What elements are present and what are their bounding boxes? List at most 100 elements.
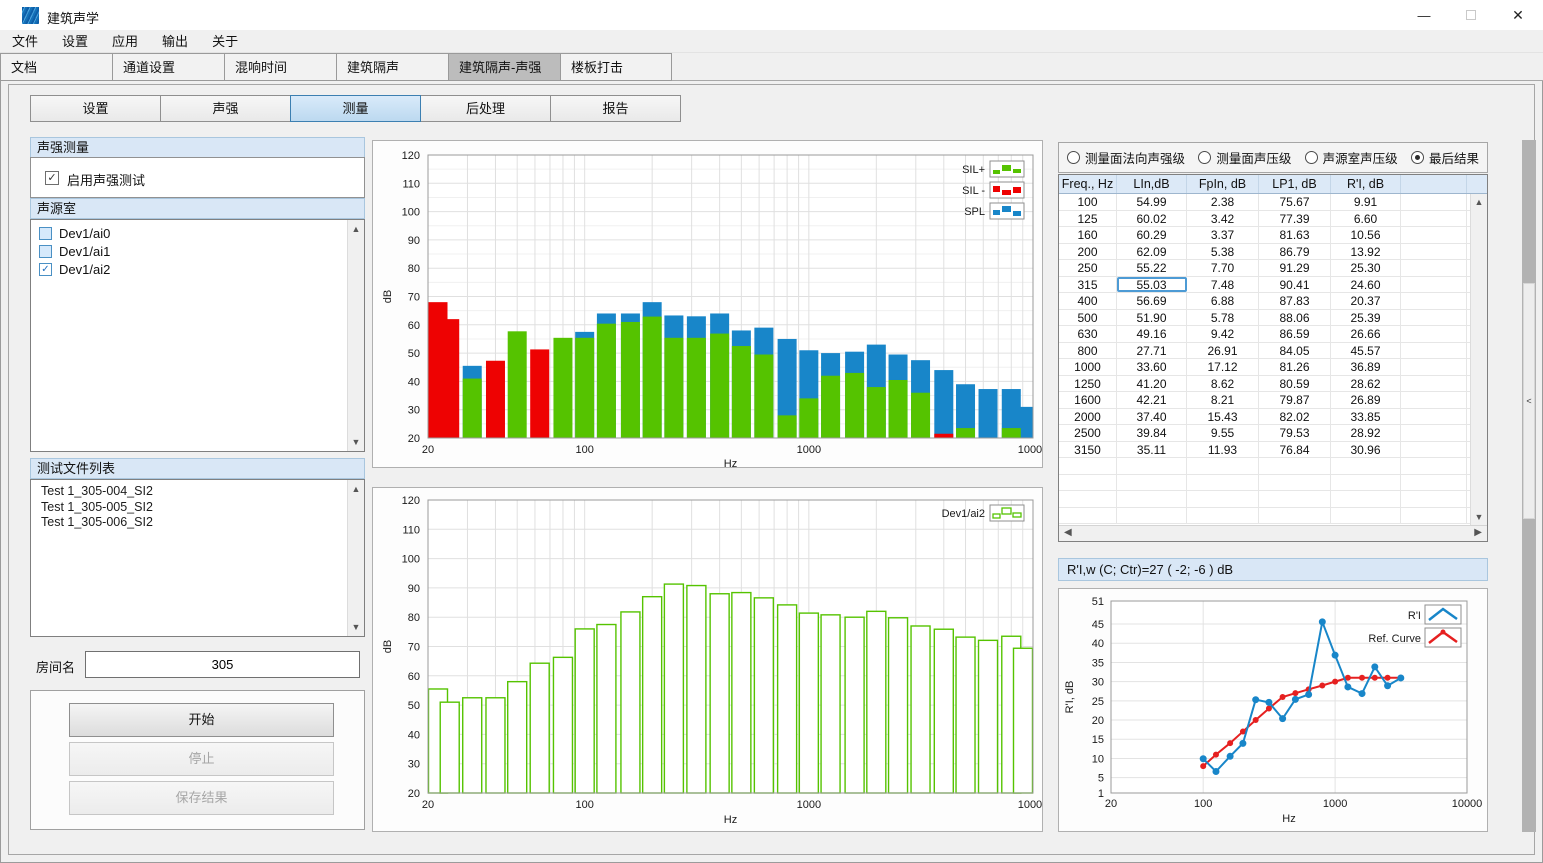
table-cell[interactable]: 7.48 (1187, 277, 1259, 293)
table-cell[interactable]: 15.43 (1187, 409, 1259, 425)
table-cell[interactable]: 13.92 (1331, 244, 1401, 260)
minimize-button[interactable]: — (1401, 0, 1447, 30)
table-cell[interactable]: 5.38 (1187, 244, 1259, 260)
table-cell[interactable]: 33.60 (1117, 359, 1187, 375)
table-cell[interactable]: 26.89 (1331, 392, 1401, 408)
table-cell[interactable]: 36.89 (1331, 359, 1401, 375)
table-horizontal-scrollbar[interactable]: ◀ ▶ (1059, 525, 1487, 541)
table-cell[interactable] (1401, 359, 1467, 375)
table-cell[interactable]: 2000 (1059, 409, 1117, 425)
table-cell[interactable] (1401, 508, 1467, 524)
table-cell[interactable] (1401, 475, 1467, 491)
table-cell[interactable]: 10.56 (1331, 227, 1401, 243)
table-cell[interactable]: 90.41 (1259, 277, 1331, 293)
subtab-0[interactable]: 设置 (30, 95, 161, 122)
table-cell[interactable]: 76.84 (1259, 442, 1331, 458)
source-channel-item[interactable]: Dev1/ai1 (31, 242, 347, 260)
table-cell[interactable]: 27.71 (1117, 343, 1187, 359)
table-cell[interactable]: 79.87 (1259, 392, 1331, 408)
collapse-panel-button[interactable]: < (1523, 283, 1535, 519)
table-cell[interactable] (1401, 392, 1467, 408)
tab-3[interactable]: 建筑隔声 (336, 53, 448, 81)
table-cell[interactable]: 8.21 (1187, 392, 1259, 408)
table-cell[interactable] (1331, 508, 1401, 524)
table-cell[interactable]: 77.39 (1259, 211, 1331, 227)
test-file-item[interactable]: Test 1_305-005_SI2 (31, 500, 347, 516)
stop-button[interactable]: 停止 (69, 742, 334, 776)
radio-0[interactable]: 测量面法向声强级 (1067, 148, 1185, 167)
radio-circle-icon[interactable] (1067, 151, 1080, 164)
scroll-up-icon[interactable]: ▲ (348, 224, 364, 234)
radio-3[interactable]: 最后结果 (1411, 148, 1479, 167)
table-cell[interactable] (1117, 508, 1187, 524)
radio-circle-icon[interactable] (1411, 151, 1424, 164)
table-cell[interactable] (1187, 458, 1259, 474)
source-list-scrollbar[interactable]: ▲ ▼ (347, 220, 364, 451)
save-results-button[interactable]: 保存结果 (69, 781, 334, 815)
table-cell[interactable]: 24.60 (1331, 277, 1401, 293)
table-cell[interactable] (1331, 475, 1401, 491)
tab-5[interactable]: 楼板打击 (560, 53, 672, 81)
table-cell[interactable] (1401, 376, 1467, 392)
radio-circle-icon[interactable] (1198, 151, 1211, 164)
start-button[interactable]: 开始 (69, 703, 334, 737)
table-cell[interactable]: 100 (1059, 194, 1117, 210)
table-cell[interactable]: 26.91 (1187, 343, 1259, 359)
table-cell[interactable]: 9.91 (1331, 194, 1401, 210)
table-cell[interactable] (1187, 491, 1259, 507)
table-cell[interactable]: 11.93 (1187, 442, 1259, 458)
radio-circle-icon[interactable] (1305, 151, 1318, 164)
table-cell[interactable] (1401, 260, 1467, 276)
table-cell[interactable] (1331, 458, 1401, 474)
table-cell[interactable] (1401, 326, 1467, 342)
subtab-3[interactable]: 后处理 (420, 95, 551, 122)
table-cell[interactable] (1259, 458, 1331, 474)
table-cell[interactable] (1401, 310, 1467, 326)
channel-checkbox[interactable]: ✓ (39, 263, 52, 276)
menu-item-2[interactable]: 应用 (100, 30, 150, 53)
table-cell[interactable]: 400 (1059, 293, 1117, 309)
table-cell[interactable] (1401, 244, 1467, 260)
table-cell[interactable]: 56.69 (1117, 293, 1187, 309)
table-cell[interactable]: 630 (1059, 326, 1117, 342)
table-cell[interactable] (1187, 475, 1259, 491)
table-cell[interactable]: 2500 (1059, 425, 1117, 441)
room-name-input[interactable] (85, 651, 360, 678)
source-channel-item[interactable]: Dev1/ai0 (31, 224, 347, 242)
table-cell[interactable]: 250 (1059, 260, 1117, 276)
table-cell[interactable]: 37.40 (1117, 409, 1187, 425)
table-cell[interactable]: 60.29 (1117, 227, 1187, 243)
table-cell[interactable]: 315 (1059, 277, 1117, 293)
test-file-item[interactable]: Test 1_305-004_SI2 (31, 484, 347, 500)
table-cell[interactable]: 500 (1059, 310, 1117, 326)
table-cell[interactable]: 49.16 (1117, 326, 1187, 342)
channel-checkbox[interactable] (39, 245, 52, 258)
menu-item-4[interactable]: 关于 (200, 30, 250, 53)
subtab-1[interactable]: 声强 (160, 95, 291, 122)
table-cell[interactable] (1259, 491, 1331, 507)
table-cell[interactable]: 28.62 (1331, 376, 1401, 392)
table-cell[interactable] (1401, 211, 1467, 227)
table-cell[interactable] (1401, 442, 1467, 458)
table-cell[interactable]: 3.42 (1187, 211, 1259, 227)
source-channel-item[interactable]: ✓Dev1/ai2 (31, 260, 347, 278)
table-cell[interactable]: 82.02 (1259, 409, 1331, 425)
table-cell[interactable]: 26.66 (1331, 326, 1401, 342)
tab-2[interactable]: 混响时间 (224, 53, 336, 81)
table-cell[interactable]: 42.21 (1117, 392, 1187, 408)
tab-4[interactable]: 建筑隔声-声强 (448, 53, 560, 81)
table-cell[interactable]: 1000 (1059, 359, 1117, 375)
table-vertical-scrollbar[interactable]: ▲ ▼ (1470, 194, 1487, 525)
radio-2[interactable]: 声源室声压级 (1305, 148, 1398, 167)
table-cell[interactable]: 160 (1059, 227, 1117, 243)
scroll-down-icon[interactable]: ▼ (348, 437, 364, 447)
table-cell[interactable]: 62.09 (1117, 244, 1187, 260)
table-cell[interactable] (1117, 458, 1187, 474)
test-file-item[interactable]: Test 1_305-006_SI2 (31, 515, 347, 531)
scroll-down-icon[interactable]: ▼ (348, 622, 364, 632)
table-cell[interactable] (1401, 491, 1467, 507)
table-cell[interactable]: 39.84 (1117, 425, 1187, 441)
table-cell[interactable]: 84.05 (1259, 343, 1331, 359)
table-cell[interactable]: 5.78 (1187, 310, 1259, 326)
scroll-left-icon[interactable]: ◀ (1064, 527, 1072, 538)
